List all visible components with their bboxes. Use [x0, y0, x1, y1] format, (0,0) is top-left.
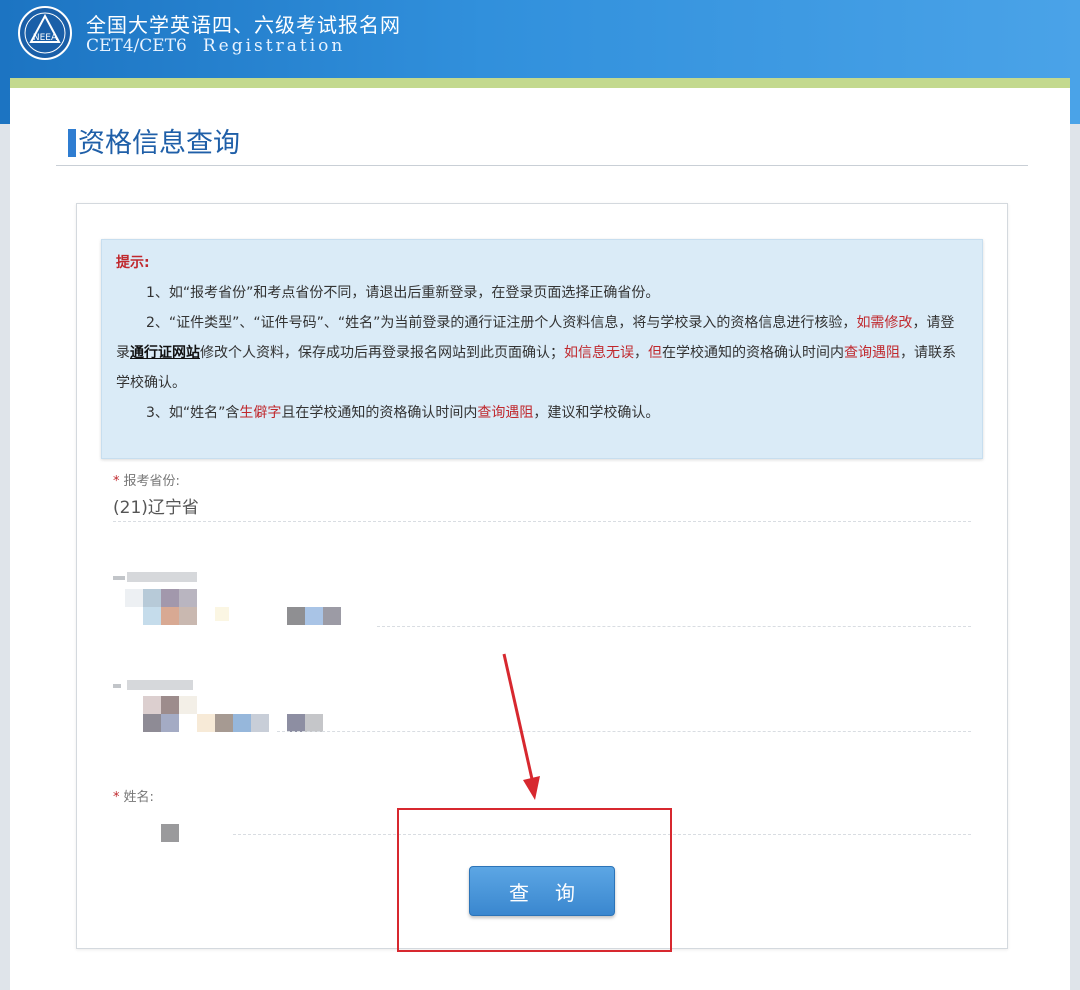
notice-item-2: 2、“证件类型”、“证件号码”、“姓名”为当前登录的通行证注册个人资料信息，将与… [116, 315, 956, 391]
province-underline [113, 521, 971, 522]
id-number-underline [277, 731, 971, 732]
site-subtitle-code: CET4/CET6 [86, 36, 187, 56]
site-subtitle: CET4/CET6 Registration [86, 36, 345, 56]
notice-heading: 提示: [116, 255, 150, 271]
notice-box: 提示: 1、如“报考省份”和考点省份不同，请退出后重新登录，在登录页面选择正确省… [101, 239, 983, 459]
title-divider [56, 165, 1028, 166]
province-value: (21)辽宁省 [113, 498, 199, 518]
passport-site-link[interactable]: 通行证网站 [130, 345, 200, 361]
id-number-label-blurred-text [127, 680, 193, 690]
province-field: * 报考省份: (21)辽宁省 [113, 470, 973, 518]
id-number-label-blurred [113, 684, 121, 688]
page-title: 资格信息查询 [68, 128, 240, 160]
name-value-blurred [161, 824, 179, 842]
annotation-arrow-icon [502, 653, 540, 800]
id-type-label-blurred-text [127, 572, 197, 582]
notice-item-1: 1、如“报考省份”和考点省份不同，请退出后重新登录，在登录页面选择正确省份。 [146, 285, 660, 301]
annotation-highlight-box [397, 808, 672, 952]
svg-text:NEEA: NEEA [33, 33, 58, 43]
site-title: 全国大学英语四、六级考试报名网 [86, 13, 401, 37]
id-type-label-blurred [113, 576, 125, 580]
province-label: * 报考省份: [113, 474, 180, 489]
title-bar-marker [68, 128, 76, 157]
header-accent-strip [10, 78, 1070, 88]
notice-item-3: 3、如“姓名”含生僻字且在学校通知的资格确认时间内查询遇阻，建议和学校确认。 [146, 405, 660, 421]
site-subtitle-word: Registration [202, 36, 346, 56]
neea-logo-icon: NEEA [18, 6, 72, 60]
id-type-underline [377, 626, 971, 627]
